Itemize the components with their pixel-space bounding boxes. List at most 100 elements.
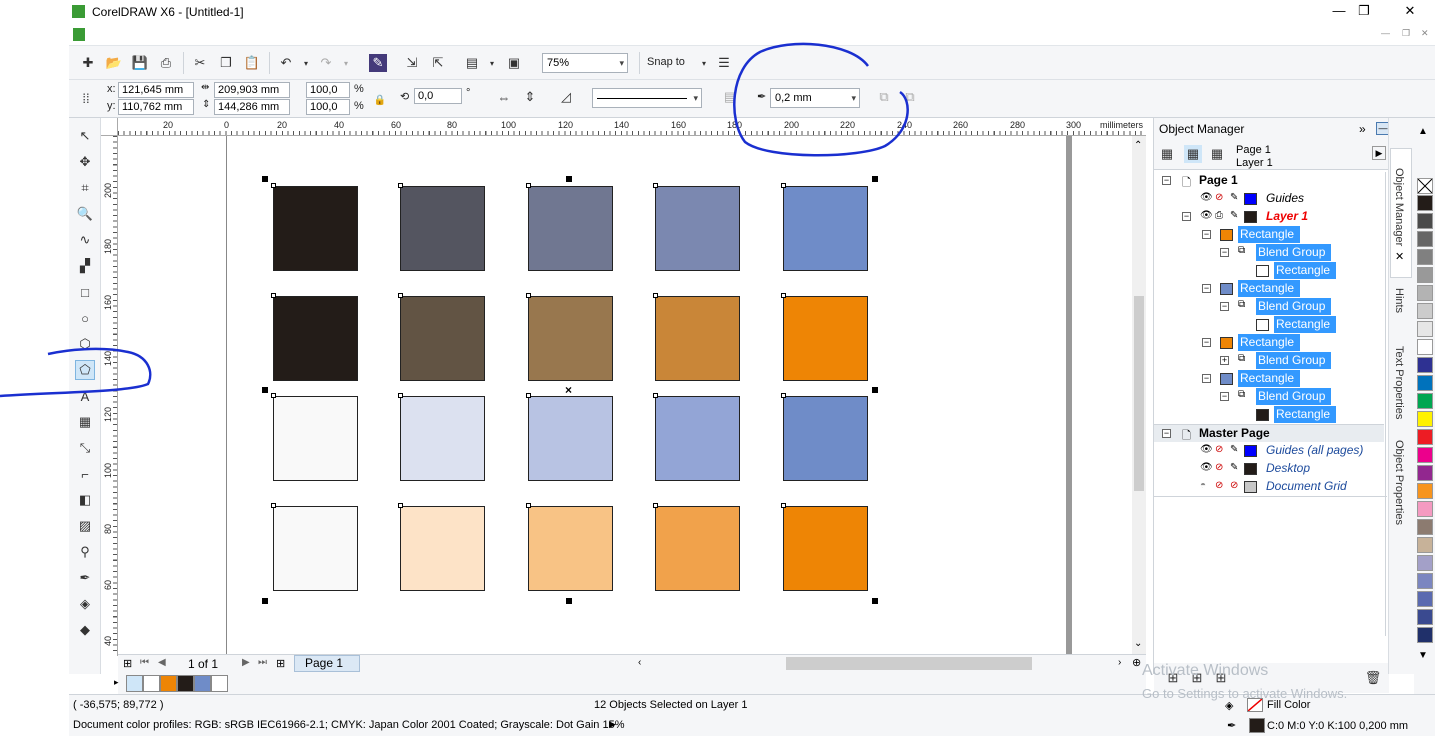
palette-swatch[interactable] bbox=[1417, 321, 1433, 337]
scroll-right-icon[interactable]: › bbox=[1118, 657, 1121, 668]
page-tab[interactable]: Page 1 bbox=[294, 655, 360, 672]
object-node[interactable] bbox=[653, 293, 658, 298]
close-button[interactable]: ✕ bbox=[1401, 3, 1419, 19]
scroll-up-icon[interactable]: ⌃ bbox=[1134, 140, 1142, 151]
object-node[interactable] bbox=[653, 183, 658, 188]
color-square[interactable] bbox=[783, 396, 868, 481]
profiles-arrow-icon[interactable]: ▶ bbox=[609, 719, 616, 730]
tree-item[interactable]: − ⧉ Blend Group bbox=[1154, 244, 1384, 262]
object-node[interactable] bbox=[398, 183, 403, 188]
palette-swatch[interactable] bbox=[1417, 591, 1433, 607]
print-disabled-icon[interactable]: ⊘ bbox=[1215, 462, 1223, 473]
document-grid-row[interactable]: ◓ ⊘ ⊘ Document Grid bbox=[1154, 478, 1384, 496]
selection-handle[interactable] bbox=[262, 598, 268, 604]
color-square[interactable] bbox=[783, 186, 868, 271]
palette-swatch[interactable] bbox=[1417, 447, 1433, 463]
no-fill-swatch[interactable] bbox=[1417, 178, 1433, 194]
color-square[interactable] bbox=[273, 506, 358, 591]
palette-scroll-up-icon[interactable]: ▲ bbox=[1418, 126, 1428, 137]
outline-color-swatch[interactable] bbox=[1249, 718, 1265, 733]
color-square[interactable] bbox=[273, 186, 358, 271]
width-field[interactable]: 209,903 mm bbox=[214, 82, 290, 98]
interactive-fill-icon[interactable]: ◆ bbox=[75, 620, 95, 640]
selection-handle[interactable] bbox=[566, 598, 572, 604]
rotation-field[interactable]: 0,0 bbox=[414, 88, 462, 104]
object-node[interactable] bbox=[271, 183, 276, 188]
tree-item[interactable]: Rectangle bbox=[1154, 406, 1384, 424]
layer1-row[interactable]: − 👁 ⎙ ✎ Layer 1 bbox=[1154, 208, 1384, 226]
palette-swatch[interactable] bbox=[211, 675, 228, 692]
tree-item[interactable]: − Rectangle bbox=[1154, 226, 1384, 244]
object-node[interactable] bbox=[526, 183, 531, 188]
open-icon[interactable]: 📂 bbox=[105, 54, 123, 72]
pick-tool-icon[interactable]: ↖ bbox=[75, 126, 95, 146]
print-disabled-icon[interactable]: ⊘ bbox=[1215, 192, 1223, 203]
edit-pencil-icon[interactable]: ✎ bbox=[1230, 192, 1238, 203]
object-node[interactable] bbox=[271, 393, 276, 398]
smart-fill-icon[interactable]: ▞ bbox=[75, 256, 95, 276]
connector-tool-icon[interactable]: ⌐ bbox=[75, 464, 95, 484]
tree-item[interactable]: Rectangle bbox=[1154, 316, 1384, 334]
color-square[interactable] bbox=[655, 186, 740, 271]
color-square[interactable] bbox=[528, 296, 613, 381]
palette-swatch[interactable] bbox=[1417, 609, 1433, 625]
tree-item[interactable]: − Rectangle bbox=[1154, 334, 1384, 352]
palette-swatch[interactable] bbox=[1417, 501, 1433, 517]
palette-swatch[interactable] bbox=[1417, 213, 1433, 229]
tree-item[interactable]: − ⧉ Blend Group bbox=[1154, 388, 1384, 406]
import-icon[interactable]: ⇲ bbox=[403, 54, 421, 72]
object-node[interactable] bbox=[271, 293, 276, 298]
doc-close-icon[interactable]: ✕ bbox=[1421, 28, 1429, 39]
palette-swatch[interactable] bbox=[1417, 393, 1433, 409]
mirror-vertical-icon[interactable]: ⇕ bbox=[521, 88, 539, 106]
expand-toggle-icon[interactable]: + bbox=[1220, 356, 1229, 365]
line-style-select[interactable]: ▾ bbox=[592, 88, 702, 108]
object-node[interactable] bbox=[271, 503, 276, 508]
outline-width-select[interactable]: 0,2 mm ▾ bbox=[770, 88, 860, 108]
master-page-row[interactable]: − 🗋 Master Page bbox=[1154, 424, 1384, 442]
zoom-tool-icon[interactable]: 🔍 bbox=[75, 204, 95, 224]
object-node[interactable] bbox=[781, 503, 786, 508]
color-square[interactable] bbox=[400, 396, 485, 481]
object-node[interactable] bbox=[781, 393, 786, 398]
polygon-tool-icon[interactable]: ⬡ bbox=[75, 334, 95, 354]
palette-swatch[interactable] bbox=[1417, 249, 1433, 265]
color-square[interactable] bbox=[655, 296, 740, 381]
color-square[interactable] bbox=[655, 396, 740, 481]
fill-tool-icon[interactable]: ◈ bbox=[75, 594, 95, 614]
eye-hidden-icon[interactable]: ◓ bbox=[1200, 480, 1206, 491]
docker-menu-icon[interactable]: ▶ bbox=[1372, 146, 1386, 160]
drawing-canvas[interactable]: × bbox=[118, 136, 1132, 656]
palette-swatch[interactable] bbox=[1417, 483, 1433, 499]
palette-swatch[interactable] bbox=[1417, 267, 1433, 283]
to-back-icon[interactable]: ⧉ bbox=[901, 88, 919, 106]
guides-all-pages-row[interactable]: 👁 ⊘ ✎ Guides (all pages) bbox=[1154, 442, 1384, 460]
to-front-icon[interactable]: ⧉ bbox=[875, 88, 893, 106]
color-square[interactable] bbox=[528, 396, 613, 481]
crop-tool-icon[interactable]: ⌗ bbox=[75, 178, 95, 198]
print-icon[interactable]: ⎙ bbox=[1215, 210, 1223, 221]
object-node[interactable] bbox=[526, 393, 531, 398]
palette-swatch[interactable] bbox=[1417, 429, 1433, 445]
palette-swatch[interactable] bbox=[1417, 465, 1433, 481]
selection-handle[interactable] bbox=[566, 176, 572, 182]
vertical-scroll-thumb[interactable] bbox=[1134, 296, 1144, 491]
minimize-button[interactable]: — bbox=[1330, 3, 1348, 19]
eye-icon[interactable]: 👁 bbox=[1200, 210, 1213, 221]
object-node[interactable] bbox=[526, 293, 531, 298]
vertical-scrollbar[interactable]: ⌃ ⌄ bbox=[1132, 136, 1146, 656]
eye-icon[interactable]: 👁 bbox=[1200, 462, 1213, 473]
eye-icon[interactable]: 👁 bbox=[1200, 192, 1213, 203]
selection-handle[interactable] bbox=[872, 176, 878, 182]
color-square[interactable] bbox=[273, 296, 358, 381]
rectangle-tool-icon[interactable]: □ bbox=[75, 282, 95, 302]
x-position-field[interactable]: 121,645 mm bbox=[118, 82, 194, 98]
color-square[interactable] bbox=[400, 296, 485, 381]
palette-flyout-icon[interactable]: ▸ bbox=[114, 677, 119, 688]
scroll-down-icon[interactable]: ⌄ bbox=[1134, 638, 1142, 649]
palette-swatch[interactable] bbox=[160, 675, 177, 692]
add-page-after-icon[interactable]: ⊞ bbox=[276, 657, 285, 670]
color-square[interactable] bbox=[400, 506, 485, 591]
edit-pencil-icon[interactable]: ✎ bbox=[1230, 462, 1238, 473]
blend-tool-icon[interactable]: ◧ bbox=[75, 490, 95, 510]
